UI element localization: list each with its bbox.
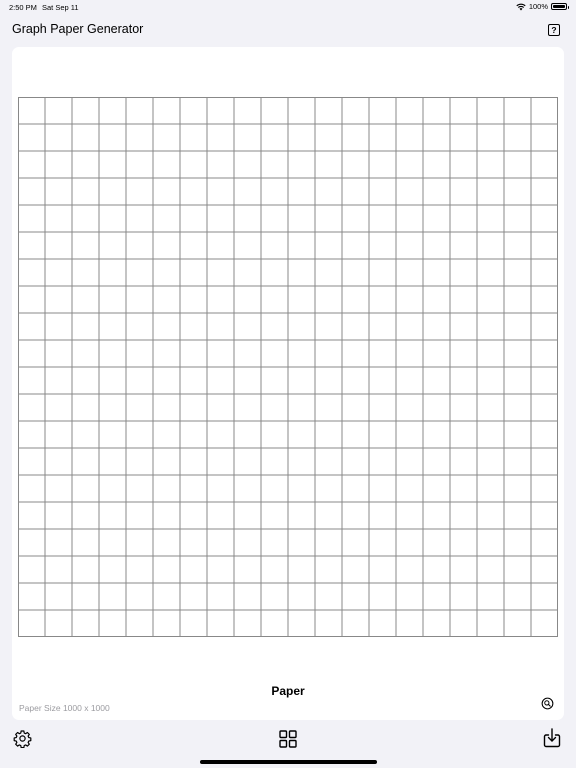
question-square-icon: ? — [551, 25, 557, 35]
battery-icon — [551, 3, 569, 10]
magnifier-icon — [541, 697, 554, 710]
wifi-icon — [516, 3, 526, 10]
home-indicator — [200, 760, 377, 764]
paper-label: Paper — [271, 684, 305, 698]
paper-preview-card: Paper Paper Size 1000 x 1000 — [12, 47, 564, 720]
settings-button[interactable] — [13, 729, 32, 748]
paper-size-text: Paper Size 1000 x 1000 — [19, 703, 110, 713]
page-title: Graph Paper Generator — [12, 22, 144, 36]
status-date: Sat Sep 11 — [42, 3, 79, 12]
grid-four-squares-icon — [279, 730, 297, 748]
download-tray-icon — [543, 728, 561, 748]
status-indicators: 100% — [516, 2, 569, 11]
battery-percent: 100% — [528, 2, 548, 11]
gear-icon — [13, 730, 32, 748]
templates-button[interactable] — [279, 730, 297, 748]
export-button[interactable] — [543, 728, 561, 748]
help-button[interactable]: ? — [548, 24, 560, 36]
zoom-button[interactable] — [541, 697, 554, 710]
status-time: 2:50 PM — [9, 3, 37, 12]
graph-paper-grid — [18, 97, 558, 637]
status-bar: 2:50 PM Sat Sep 11 100% — [0, 0, 576, 16]
